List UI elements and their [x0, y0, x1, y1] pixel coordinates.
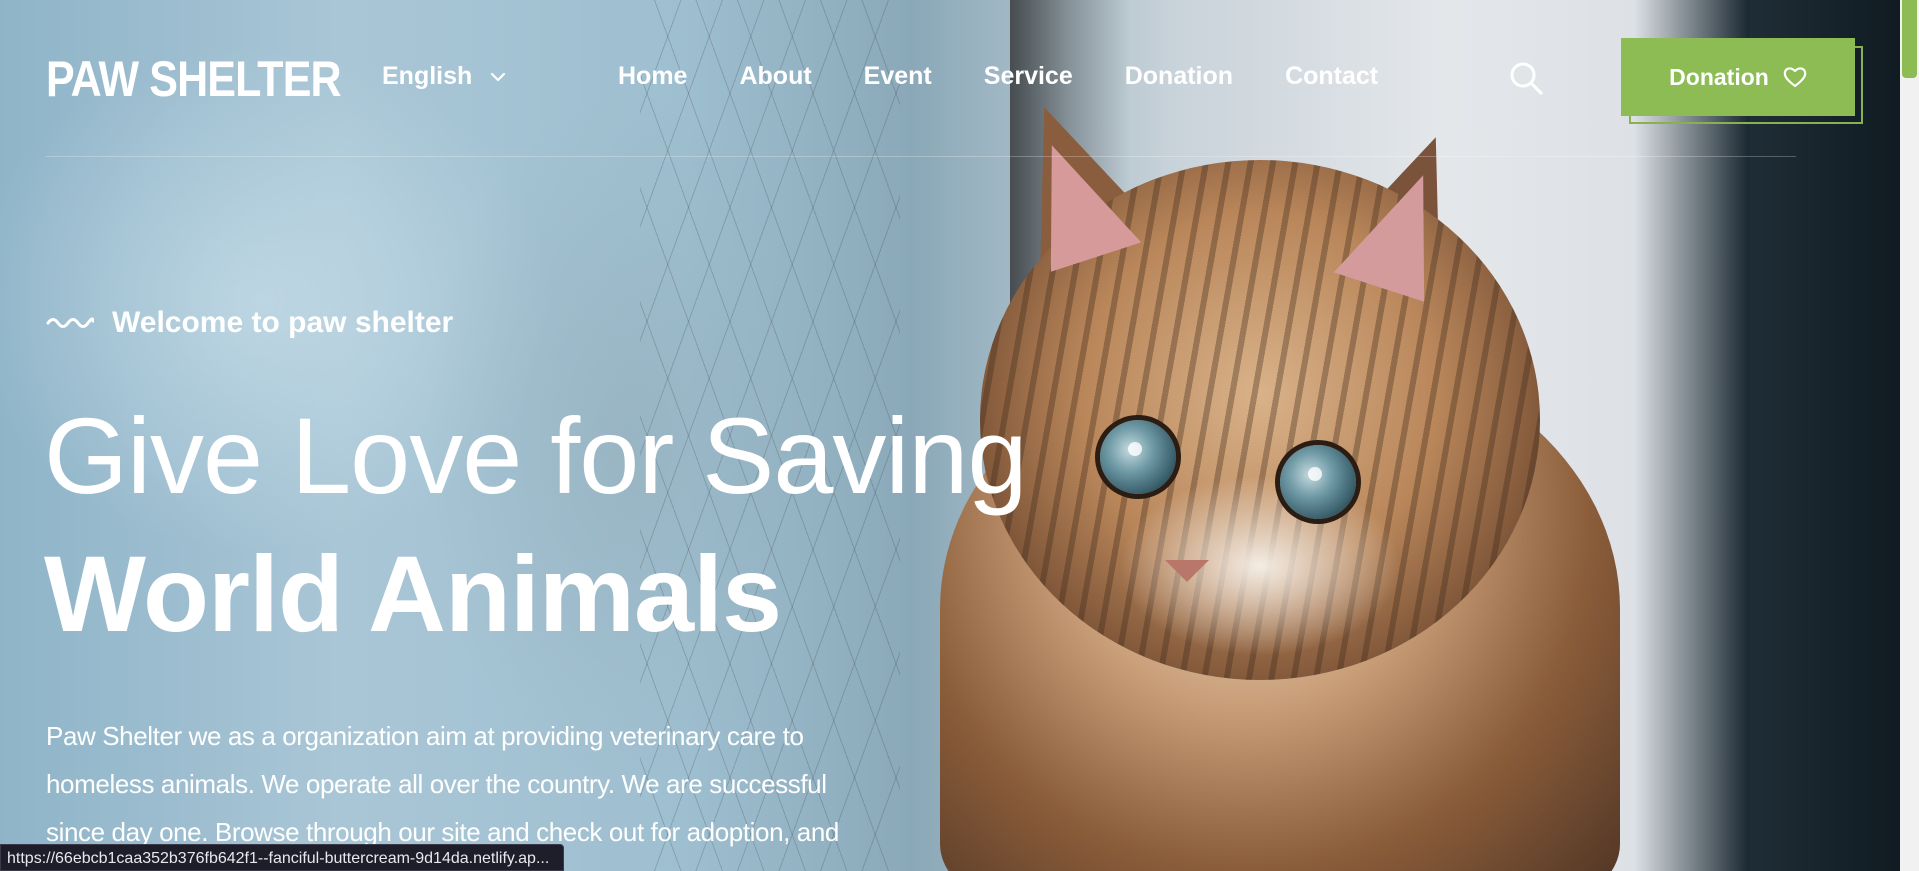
kitten-eye-right	[1280, 445, 1356, 519]
page-scrollbar[interactable]	[1900, 0, 1919, 871]
nav-home[interactable]: Home	[618, 62, 687, 91]
nav-donation[interactable]: Donation	[1125, 62, 1233, 91]
hero-headline-line1: Give Love for Saving	[44, 395, 1028, 516]
kitten-eye-left	[1100, 420, 1176, 494]
nav-service[interactable]: Service	[984, 62, 1073, 91]
search-icon[interactable]	[1508, 60, 1544, 96]
language-selector[interactable]: English	[382, 62, 506, 91]
language-label: English	[382, 62, 473, 90]
link-status-bar: https://66ebcb1caa352b376fb642f1--fancif…	[0, 844, 565, 871]
site-header: PAW SHELTER English Home About Event Ser…	[0, 0, 1900, 156]
main-nav: Home About Event Service Donation Contac…	[618, 62, 1378, 91]
nav-event[interactable]: Event	[864, 62, 932, 91]
nav-contact[interactable]: Contact	[1285, 62, 1378, 91]
heart-icon	[1783, 67, 1807, 88]
site-logo[interactable]: PAW SHELTER	[46, 50, 342, 108]
hero-eyebrow-text: Welcome to paw shelter	[112, 306, 454, 339]
hero-headline-line2: World Animals	[44, 533, 782, 654]
kitten-nose	[1165, 560, 1209, 582]
donation-button[interactable]: Donation	[1621, 38, 1855, 116]
donation-button-wrapper: Donation	[1621, 38, 1863, 124]
scrollbar-thumb[interactable]	[1902, 0, 1917, 78]
hero-eyebrow: Welcome to paw shelter	[46, 306, 453, 340]
wave-icon	[46, 317, 94, 328]
donation-button-label: Donation	[1669, 63, 1769, 90]
chevron-down-icon	[491, 72, 506, 81]
header-divider	[46, 156, 1796, 157]
hero-description: Paw Shelter we as a organization aim at …	[46, 721, 839, 847]
nav-about[interactable]: About	[739, 62, 811, 91]
